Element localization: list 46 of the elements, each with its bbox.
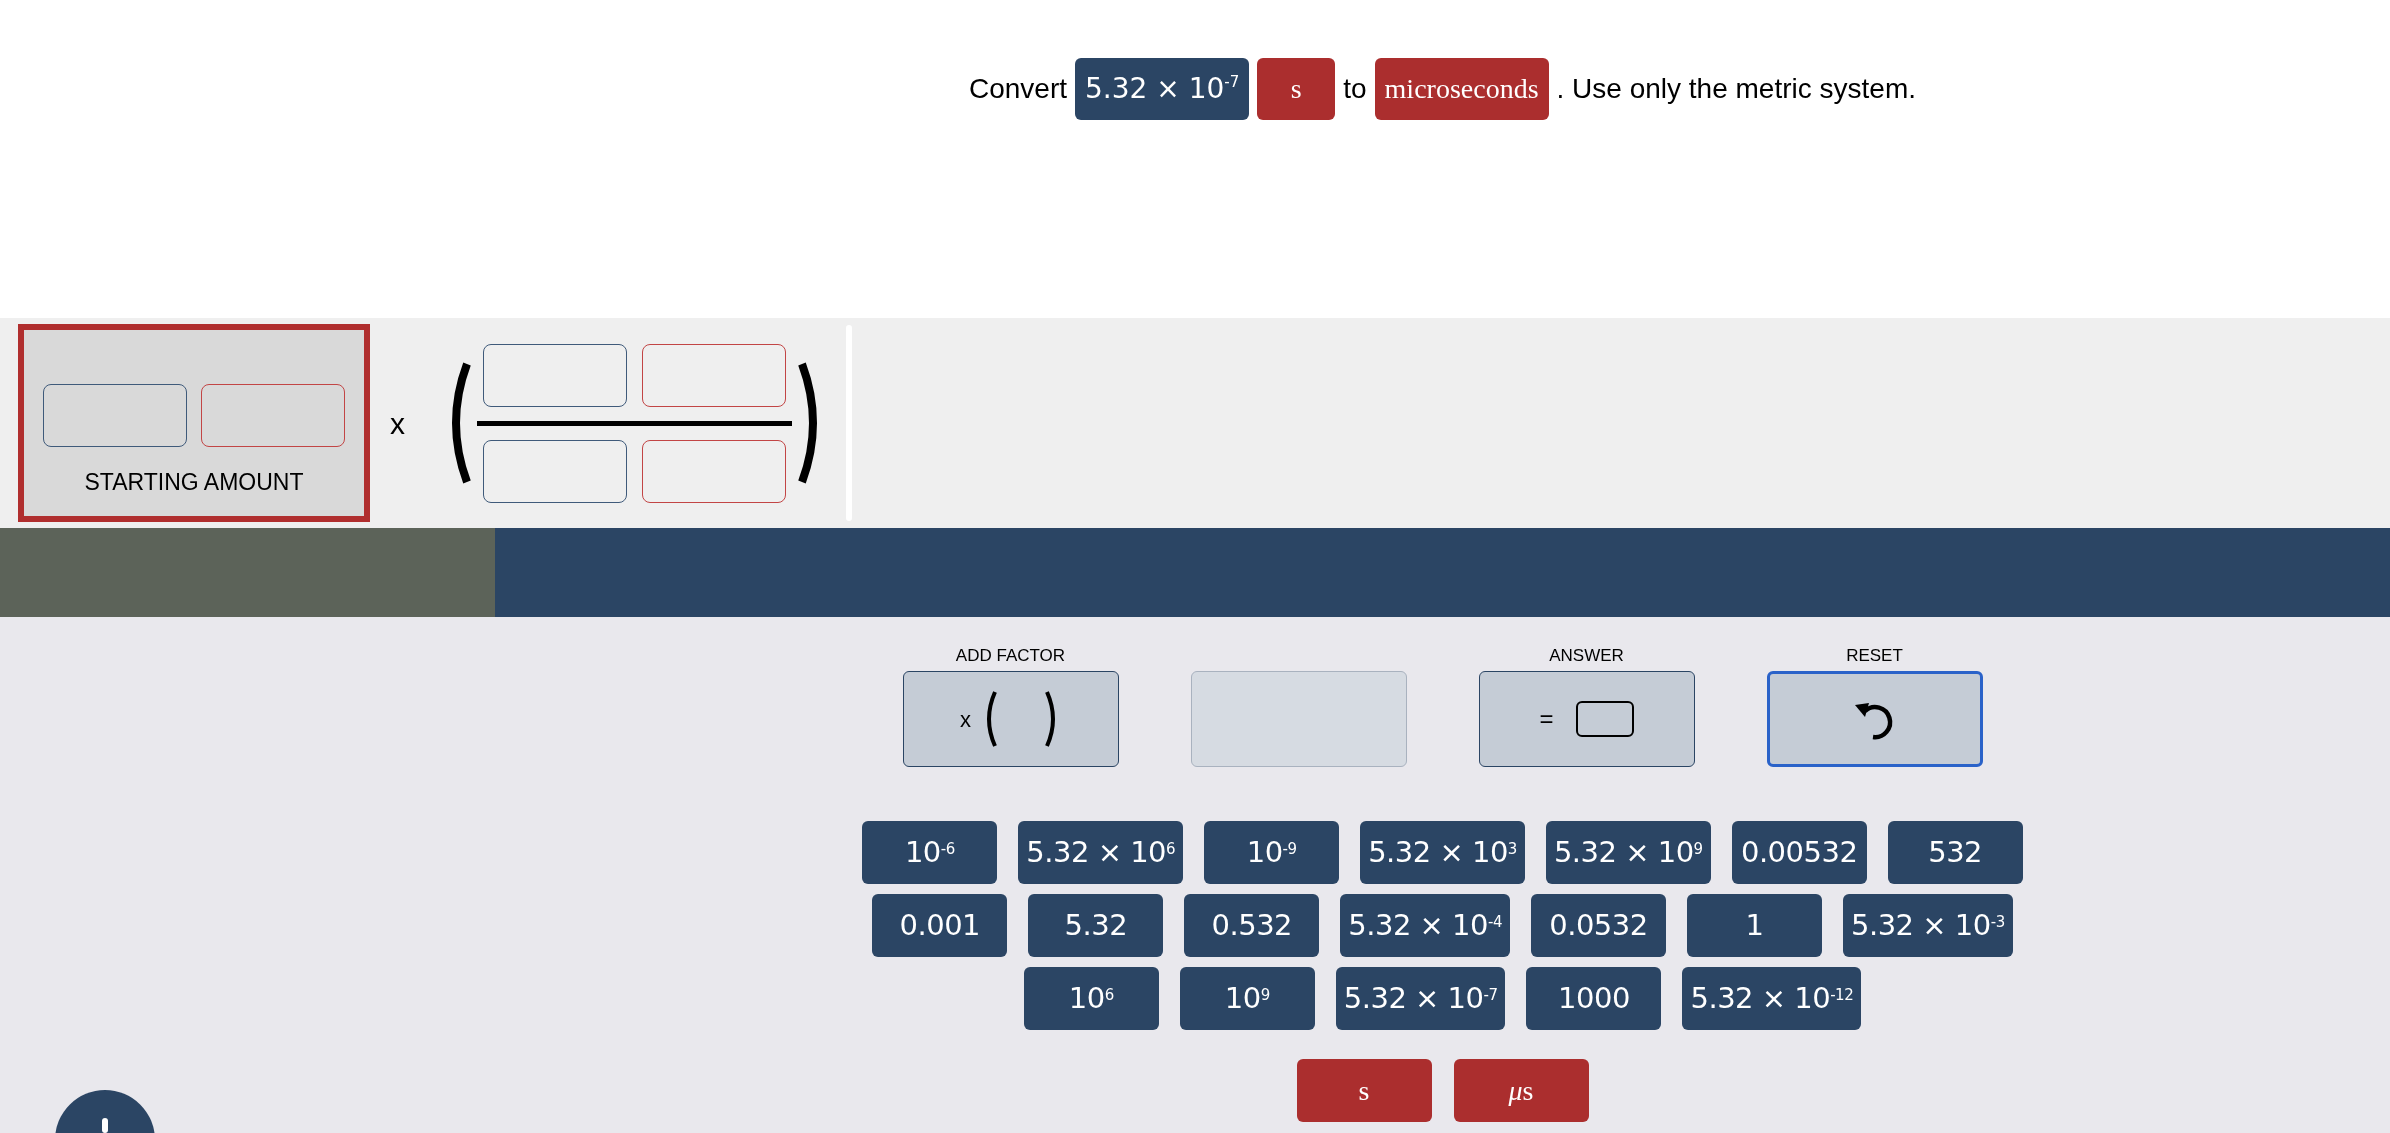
- equals-sign: =: [1539, 704, 1554, 734]
- number-tile[interactable]: 0.001: [872, 894, 1008, 957]
- plus-icon: [102, 1118, 108, 1133]
- prompt-text: Convert: [969, 72, 1068, 106]
- number-tile[interactable]: 5.32 × 10$^{6}$: [1018, 821, 1184, 884]
- reset-button[interactable]: [1766, 671, 1983, 767]
- input-field[interactable]: [201, 384, 345, 447]
- number-tile[interactable]: 5.32 × 10$^{-7}$: [1335, 967, 1506, 1030]
- number-tile[interactable]: 1000: [1526, 967, 1662, 1030]
- number-tile[interactable]: 5.32: [1028, 894, 1164, 957]
- input-field[interactable]: [642, 343, 786, 407]
- number-tile[interactable]: 0.532: [1184, 894, 1320, 957]
- prompt-text: . Use only the metric system.: [1556, 72, 1916, 106]
- number-tile[interactable]: 5.32 × 10$^{-12}$: [1682, 967, 1862, 1030]
- add-factor-button[interactable]: x: [902, 671, 1119, 767]
- number-tile[interactable]: 10$^{6}$: [1023, 967, 1159, 1030]
- unit-tile[interactable]: s: [1296, 1059, 1432, 1122]
- unit-chip: s: [1257, 58, 1336, 120]
- number-tile[interactable]: 10$^{9}$: [1179, 967, 1315, 1030]
- number-tile[interactable]: 5.32 × 10$^{-4}$: [1340, 894, 1510, 957]
- number-tile[interactable]: 0.00532: [1731, 821, 1867, 884]
- starting-amount-label: STARTING AMOUNT: [84, 468, 304, 497]
- answer-box-icon: [1575, 701, 1634, 737]
- input-field[interactable]: [483, 439, 627, 503]
- multiply-sign: x: [390, 405, 405, 442]
- prompt-text: to: [1343, 72, 1367, 106]
- number-tile[interactable]: 0.0532: [1531, 894, 1666, 957]
- starting-amount-card[interactable]: STARTING AMOUNT: [18, 324, 370, 522]
- input-field[interactable]: [483, 343, 627, 407]
- input-field[interactable]: [43, 384, 187, 447]
- number-tile[interactable]: 5.32 × 10$^{3}$: [1360, 821, 1525, 884]
- multiply-sign: x: [960, 705, 971, 734]
- control-label: RESET: [1846, 645, 1903, 665]
- number-tile[interactable]: 10$^{-6}$: [862, 821, 998, 884]
- answer-button[interactable]: =: [1478, 671, 1695, 767]
- number-tile[interactable]: 532: [1887, 821, 2023, 884]
- number-tile[interactable]: 1: [1687, 894, 1822, 957]
- unit-chip: microseconds: [1374, 58, 1549, 120]
- number-tile[interactable]: 10$^{-9}$: [1204, 821, 1340, 884]
- control-label: ADD FACTOR: [955, 645, 1066, 665]
- input-field[interactable]: [642, 439, 786, 503]
- control-label: ANSWER: [1549, 645, 1624, 665]
- number-tile[interactable]: 5.32 × 10$^{9}$: [1545, 821, 1711, 884]
- number-chip: 5.32 × 10$^{-7}$: [1075, 58, 1250, 120]
- unit-tile[interactable]: μs: [1453, 1059, 1589, 1122]
- number-tile[interactable]: 5.32 × 10$^{-3}$: [1843, 894, 2013, 957]
